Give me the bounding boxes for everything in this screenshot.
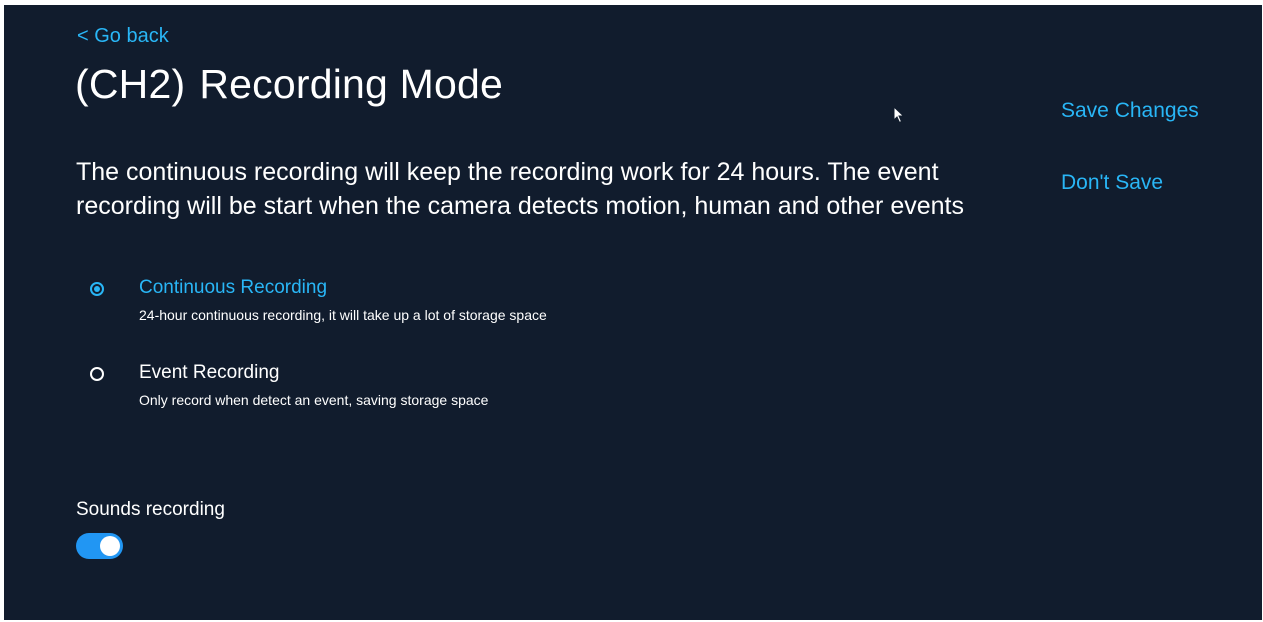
page-title-text: Recording Mode — [199, 61, 503, 107]
page-title: (CH2) Recording Mode — [75, 61, 503, 108]
toggle-knob — [100, 536, 120, 556]
sounds-recording-toggle[interactable] — [76, 533, 123, 559]
option-event-recording[interactable]: Event Recording Only record when detect … — [88, 362, 788, 416]
mouse-pointer-icon — [893, 106, 905, 124]
save-changes-button[interactable]: Save Changes — [1061, 99, 1199, 123]
option-description: 24-hour continuous recording, it will ta… — [139, 307, 547, 323]
channel-label: (CH2) — [75, 61, 186, 107]
recording-mode-screen: < Go back (CH2) Recording Mode Save Chang… — [4, 5, 1262, 620]
dont-save-button[interactable]: Don't Save — [1061, 171, 1163, 195]
option-description: Only record when detect an event, saving… — [139, 392, 489, 408]
option-continuous-recording[interactable]: Continuous Recording 24-hour continuous … — [88, 277, 788, 331]
option-label: Event Recording — [139, 362, 280, 383]
go-back-link[interactable]: < Go back — [77, 25, 169, 48]
option-label: Continuous Recording — [139, 277, 328, 298]
radio-selected-icon[interactable] — [90, 282, 104, 296]
radio-unselected-icon[interactable] — [90, 367, 104, 381]
recording-description: The continuous recording will keep the r… — [76, 158, 964, 220]
sounds-recording-label: Sounds recording — [76, 499, 225, 520]
